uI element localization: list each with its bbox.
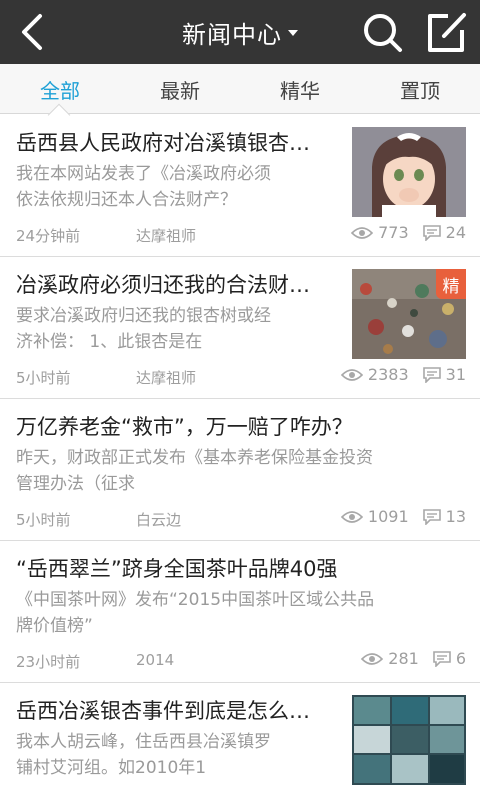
summary-line: 济补偿： 1、此银杏是在 bbox=[16, 332, 203, 352]
article-summary: 《中国茶叶网》发布“2015中国茶叶区域公共品 牌价值榜” bbox=[16, 587, 466, 639]
tab-label: 置顶 bbox=[400, 78, 440, 103]
eye-icon bbox=[351, 226, 374, 239]
compose-icon bbox=[428, 13, 466, 52]
article-list[interactable]: 岳西县人民政府对冶溪镇银杏… 我在本网站发表了《冶溪政府必须 依法依规归还本人合… bbox=[0, 115, 480, 800]
tab-label: 最新 bbox=[160, 78, 200, 103]
article-author: 2014 bbox=[136, 651, 175, 669]
tab-bar: 全部 最新 精华 置顶 bbox=[0, 64, 480, 114]
summary-line: 我在本网站发表了《冶溪政府必须 bbox=[16, 164, 271, 184]
article-summary: 昨天，财政部正式发布《基本养老保险基金投资 管理办法（征求 bbox=[16, 445, 466, 497]
article-title: 冶溪政府必须归还我的合法财… bbox=[16, 273, 310, 297]
article-title: “岳西翠兰”跻身全国茶叶品牌40强 bbox=[16, 557, 338, 581]
anime-girl-thumbnail bbox=[352, 127, 466, 217]
caret-down-icon bbox=[288, 30, 298, 36]
comment-count: 24 bbox=[445, 223, 466, 242]
article-author: 达摩祖师 bbox=[136, 369, 197, 387]
garbage-pile-thumbnail: 精 bbox=[352, 269, 466, 359]
compose-button[interactable] bbox=[422, 8, 470, 56]
article-time: 24分钟前 bbox=[16, 227, 81, 245]
summary-line: 昨天，财政部正式发布《基本养老保险基金投资 bbox=[16, 448, 373, 468]
tab-label: 精华 bbox=[280, 78, 320, 103]
article-summary: 要求冶溪政府归还我的银杏树或经 济补偿： 1、此银杏是在 bbox=[16, 303, 346, 355]
tab-featured[interactable]: 精华 bbox=[240, 64, 360, 114]
summary-line: 我本人胡云峰，住岳西县冶溪镇罗 bbox=[16, 732, 271, 752]
article-author: 达摩祖师 bbox=[136, 227, 197, 245]
summary-line: 管理办法（征求 bbox=[16, 474, 135, 494]
list-item[interactable]: 万亿养老金“救市”，万一赔了咋办？ 昨天，财政部正式发布《基本养老保险基金投资 … bbox=[0, 399, 480, 541]
article-summary: 我在本网站发表了《冶溪政府必须 依法依规归还本人合法财产？ bbox=[16, 161, 346, 213]
list-item[interactable]: 岳西县人民政府对冶溪镇银杏… 我在本网站发表了《冶溪政府必须 依法依规归还本人合… bbox=[0, 115, 480, 257]
tab-pinned[interactable]: 置顶 bbox=[360, 64, 480, 114]
comment-icon bbox=[422, 224, 441, 241]
comment-count: 31 bbox=[445, 365, 466, 384]
comment-count: 6 bbox=[455, 649, 466, 668]
article-stats: 281 6 bbox=[361, 649, 466, 668]
summary-line: 要求冶溪政府归还我的银杏树或经 bbox=[16, 306, 271, 326]
channel-selector[interactable]: 新闻中心 bbox=[150, 0, 330, 64]
article-stats: 2383 31 bbox=[340, 365, 466, 384]
eye-icon bbox=[340, 510, 363, 523]
comment-icon bbox=[433, 650, 451, 667]
article-time: 5小时前 bbox=[16, 511, 71, 529]
comment-icon bbox=[422, 366, 441, 383]
comment-icon bbox=[422, 508, 441, 525]
back-button[interactable] bbox=[10, 8, 58, 56]
back-chevron-icon bbox=[22, 14, 42, 50]
view-count: 2383 bbox=[367, 365, 409, 384]
search-icon bbox=[364, 14, 402, 52]
featured-badge: 精 bbox=[436, 269, 466, 299]
list-item[interactable]: 岳西冶溪银杏事件到底是怎么… 我本人胡云峰，住岳西县冶溪镇罗 铺村艾河组。如20… bbox=[0, 683, 480, 800]
eye-icon bbox=[340, 368, 363, 381]
tab-label: 全部 bbox=[40, 78, 80, 103]
list-item[interactable]: 冶溪政府必须归还我的合法财… 要求冶溪政府归还我的银杏树或经 济补偿： 1、此银… bbox=[0, 257, 480, 399]
article-time: 23小时前 bbox=[16, 653, 81, 671]
comment-count: 13 bbox=[445, 507, 466, 526]
list-item[interactable]: “岳西翠兰”跻身全国茶叶品牌40强 《中国茶叶网》发布“2015中国茶叶区域公共… bbox=[0, 541, 480, 683]
article-stats: 1091 13 bbox=[340, 507, 466, 526]
article-title: 万亿养老金“救市”，万一赔了咋办？ bbox=[16, 415, 353, 439]
article-author: 白云边 bbox=[136, 511, 182, 529]
summary-line: 《中国茶叶网》发布“2015中国茶叶区域公共品 bbox=[16, 590, 375, 610]
article-time: 5小时前 bbox=[16, 369, 71, 387]
eye-icon bbox=[361, 652, 384, 665]
article-stats: 773 24 bbox=[351, 223, 466, 242]
article-title: 岳西冶溪银杏事件到底是怎么… bbox=[16, 699, 310, 723]
page-title: 新闻中心 bbox=[182, 20, 282, 49]
summary-line: 依法依规归还本人合法财产？ bbox=[16, 190, 237, 210]
search-button[interactable] bbox=[358, 8, 406, 56]
article-title: 岳西县人民政府对冶溪镇银杏… bbox=[16, 131, 310, 155]
summary-line: 牌价值榜” bbox=[16, 616, 93, 636]
video-collage-thumbnail bbox=[352, 695, 466, 785]
summary-line: 铺村艾河组。如2010年1 bbox=[16, 758, 207, 778]
article-summary: 我本人胡云峰，住岳西县冶溪镇罗 铺村艾河组。如2010年1 bbox=[16, 729, 346, 781]
top-bar: 新闻中心 bbox=[0, 0, 480, 64]
view-count: 1091 bbox=[367, 507, 409, 526]
tab-latest[interactable]: 最新 bbox=[120, 64, 240, 114]
view-count: 773 bbox=[378, 223, 409, 242]
view-count: 281 bbox=[388, 649, 419, 668]
